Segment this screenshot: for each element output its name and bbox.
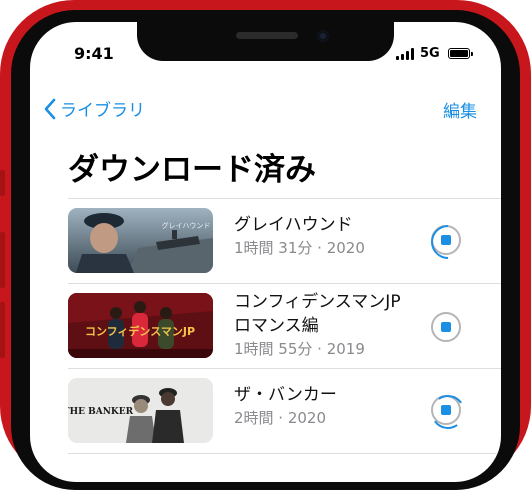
front-camera [317,30,329,42]
poster-title: THE BANKER [68,407,134,417]
poster-title: コンフィデンスマンJP [85,324,195,338]
signal-icon [396,47,414,60]
movie-title: コンフィデンスマンJP [234,292,401,312]
page-title: ダウンロード済み [68,152,316,188]
stop-icon [441,405,451,415]
network-type: 5G [420,46,440,61]
movie-title: グレイハウンド [234,215,353,235]
status-time: 9:41 [74,44,114,63]
movie-poster: コンフィデンスマンJP [68,293,213,358]
download-progress-button[interactable] [431,312,461,342]
download-progress-button[interactable] [423,217,473,267]
status-indicators: 5G [396,46,473,61]
side-button [0,302,5,358]
movie-meta: 1時間 31分 · 2020 [234,239,365,257]
back-button-label: ライブラリ [60,101,145,121]
movie-meta: 1時間 55分 · 2019 [234,340,365,358]
list-item[interactable]: コンフィデンスマンJP コンフィデンスマンJP ロマンス編 1時間 55分 · … [68,284,501,369]
download-list: グレイハウンド グレイハウンド 1時間 31分 · 2020 コンフィデンスマン… [68,198,501,454]
movie-title-line-2: ロマンス編 [234,316,319,336]
screen: 9:41 5G ライブラリ 編集 ダウンロード済み グレイハウンド グレイハウン… [30,22,501,482]
movie-poster: グレイハウンド [68,208,213,273]
download-progress-button[interactable] [428,392,468,432]
movie-info: ザ・バンカー 2時間 · 2020 [234,383,337,429]
poster-title: グレイハウンド [162,221,211,230]
stop-icon [441,235,451,245]
list-item[interactable]: グレイハウンド グレイハウンド 1時間 31分 · 2020 [68,199,501,284]
edit-button[interactable]: 編集 [443,97,477,122]
speaker-grille [236,32,298,39]
side-button [0,232,5,288]
stop-icon [441,322,451,332]
movie-title: ザ・バンカー [234,385,337,405]
side-button [0,170,5,196]
chevron-left-icon [44,98,56,119]
movie-info: グレイハウンド 1時間 31分 · 2020 [234,213,365,259]
movie-poster: THE BANKER [68,378,213,443]
movie-meta: 2時間 · 2020 [234,409,327,427]
movie-info: コンフィデンスマンJP ロマンス編 1時間 55分 · 2019 [234,290,401,360]
notch [137,22,394,61]
battery-icon [447,48,473,59]
back-button[interactable]: ライブラリ [44,96,145,121]
list-item[interactable]: THE BANKER ザ・バンカー 2時間 · 2020 [68,369,501,454]
